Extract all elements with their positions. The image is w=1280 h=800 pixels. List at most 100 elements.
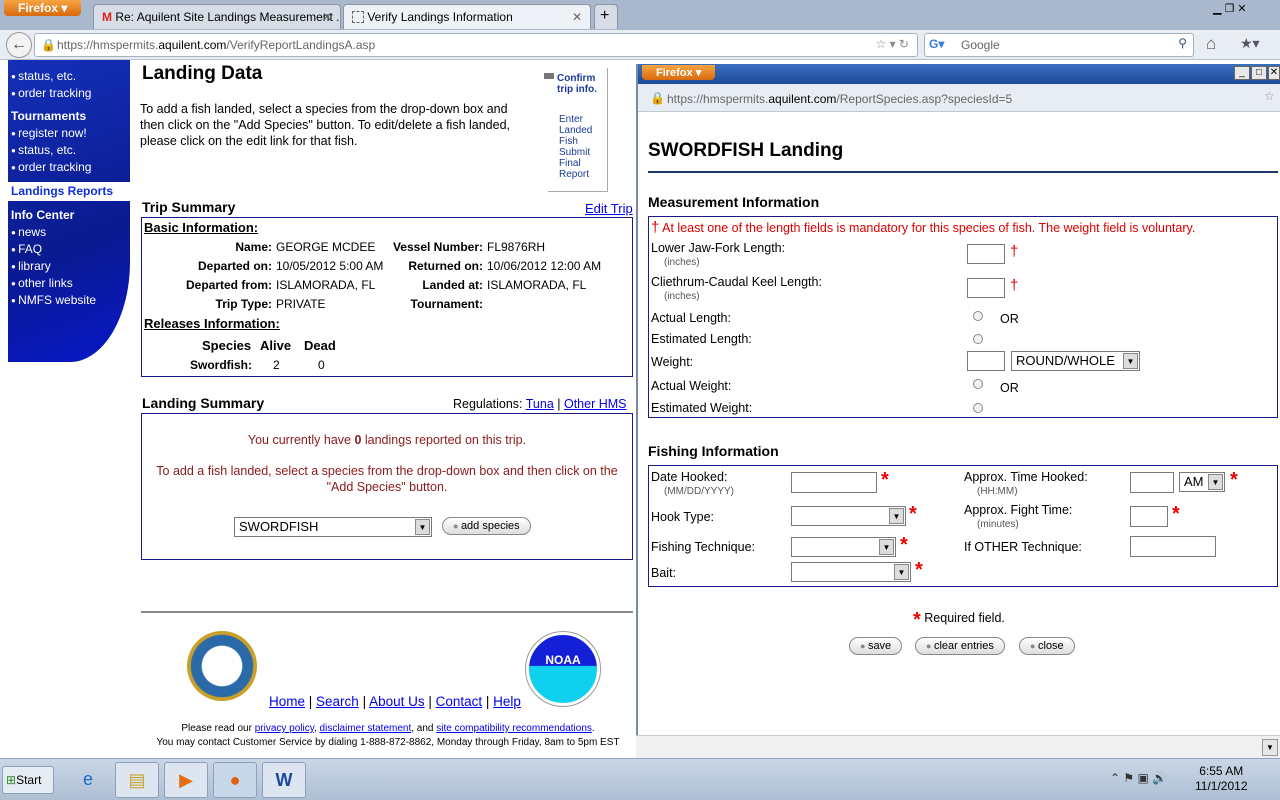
label-estimated-weight: Estimated Weight: — [651, 401, 753, 415]
intro-text: To add a fish landed, select a species f… — [140, 102, 511, 148]
trip-summary-heading: Trip Summary — [142, 199, 236, 215]
footer-help-link[interactable]: Help — [493, 694, 521, 709]
actual-weight-radio[interactable] — [973, 379, 983, 389]
sidebar-item-register[interactable]: register now! — [8, 125, 130, 142]
divider — [141, 611, 633, 613]
sidebar-item-status[interactable]: status, etc. — [8, 68, 130, 85]
new-tab-button[interactable]: + — [594, 4, 618, 29]
sidebar-item-tournament-order-tracking[interactable]: order tracking — [8, 159, 130, 176]
tab-verify-landings[interactable]: Verify Landings Information ✕ — [343, 4, 591, 29]
count-post: landings reported on this trip. — [361, 433, 527, 447]
value-name: GEORGE MCDEE — [276, 240, 376, 254]
compatibility-link[interactable]: site compatibility recommendations — [436, 723, 592, 734]
popup-url-bar[interactable]: 🔒 https://hmspermits.aquilent.com/Report… — [638, 84, 1280, 112]
chevron-down-icon: ▼ — [1123, 353, 1138, 369]
other-technique-input[interactable] — [1130, 536, 1216, 557]
cleithrum-input[interactable] — [967, 278, 1005, 298]
actual-length-radio[interactable] — [973, 311, 983, 321]
weight-input[interactable] — [967, 351, 1005, 371]
sidebar-item-landings-reports[interactable]: Landings Reports — [8, 182, 130, 201]
popup-url-path: /ReportSpecies.asp?speciesId=5 — [836, 92, 1013, 106]
sidebar-item-other-links[interactable]: other links — [8, 275, 130, 292]
am-pm-select[interactable]: AM ▼ — [1179, 472, 1225, 492]
step-submit-final-report[interactable]: Submit Final Report — [559, 147, 607, 180]
noaa-logo: NOAA — [525, 631, 601, 707]
minimize-icon[interactable]: _ — [1234, 66, 1250, 80]
bookmark-star-icon[interactable]: ☆ — [1264, 89, 1275, 103]
other-hms-link[interactable]: Other HMS — [564, 397, 627, 411]
label-actual-weight: Actual Weight: — [651, 379, 732, 393]
internet-explorer-icon[interactable]: e — [66, 762, 110, 798]
close-tab-icon[interactable]: ✕ — [322, 10, 332, 24]
lock-icon: 🔒 — [650, 91, 665, 105]
weight-type-select[interactable]: ROUND/WHOLE ▼ — [1011, 351, 1140, 371]
search-icon[interactable]: ⚲ — [1178, 36, 1187, 50]
sidebar-item-nmfs-website[interactable]: NMFS website — [8, 292, 130, 309]
date-hooked-input[interactable] — [791, 472, 877, 493]
firefox-menu-button[interactable]: Firefox ▾ — [4, 0, 82, 16]
dagger-icon: † — [651, 219, 660, 236]
hook-type-select[interactable]: ▼ — [791, 506, 906, 526]
home-icon[interactable]: ⌂ — [1206, 34, 1216, 54]
required-asterisk-icon: * — [1230, 469, 1238, 491]
time-hooked-input[interactable] — [1130, 472, 1174, 493]
firefox-taskbar-icon[interactable]: ● — [213, 762, 257, 798]
basic-info-heading: Basic Information: — [144, 220, 259, 235]
footer-search-link[interactable]: Search — [316, 694, 359, 709]
maximize-icon[interactable]: □ — [1251, 66, 1267, 80]
species-select[interactable]: SWORDFISH ▼ — [234, 517, 432, 537]
value-vessel-number: FL9876RH — [487, 240, 546, 254]
sidebar-item-library[interactable]: library — [8, 258, 130, 275]
release-dead: 0 — [318, 358, 325, 372]
save-button[interactable]: save — [849, 637, 903, 655]
popup-firefox-menu[interactable]: Firefox ▾ — [642, 65, 716, 80]
main-content: Landing Data To add a fish landed, selec… — [140, 60, 634, 758]
url-bar[interactable]: 🔒 https://hmspermits.aquilent.com/Verify… — [34, 33, 918, 57]
sidebar-item-news[interactable]: news — [8, 224, 130, 241]
footer-contact-link[interactable]: Contact — [436, 694, 483, 709]
estimated-length-radio[interactable] — [973, 334, 983, 344]
tray-icons[interactable]: ⌃ ⚑ ▣ 🔊 — [1110, 771, 1167, 785]
search-input[interactable]: G▾ Google ⚲ — [924, 33, 1194, 57]
sidebar-item-faq[interactable]: FAQ — [8, 241, 130, 258]
window-controls[interactable]: ▁ ❐ ✕ — [1213, 2, 1247, 15]
start-button[interactable]: ⊞Start — [2, 766, 54, 794]
release-alive: 2 — [273, 358, 280, 372]
footer-about-link[interactable]: About Us — [369, 694, 425, 709]
clear-entries-button[interactable]: clear entries — [915, 637, 1005, 655]
bait-select[interactable]: ▼ — [791, 562, 911, 582]
close-window-icon[interactable]: ✕ — [1268, 66, 1280, 80]
sidebar-item-tournament-status[interactable]: status, etc. — [8, 142, 130, 159]
bookmark-star-icon[interactable]: ☆ ▾ ↻ — [875, 37, 909, 51]
lower-jaw-input[interactable] — [967, 244, 1005, 264]
label-bait: Bait: — [651, 566, 677, 580]
close-tab-icon[interactable]: ✕ — [572, 10, 582, 24]
word-icon[interactable]: W — [262, 762, 306, 798]
clock-time: 6:55 AM — [1199, 764, 1244, 778]
estimated-weight-radio[interactable] — [973, 403, 983, 413]
add-species-button[interactable]: add species — [442, 517, 531, 535]
url-prefix: https://hmspermits. — [57, 38, 159, 52]
tuna-link[interactable]: Tuna — [526, 397, 554, 411]
popup-url-domain: aquilent.com — [768, 92, 837, 106]
scroll-down-icon[interactable]: ▼ — [1262, 739, 1278, 756]
sidebar-item-order-tracking[interactable]: order tracking — [8, 85, 130, 102]
fight-time-input[interactable] — [1130, 506, 1168, 527]
or-text: OR — [1000, 381, 1019, 395]
am-pm-value: AM — [1184, 474, 1204, 489]
required-asterisk-icon: * — [909, 503, 917, 525]
label-departed-from: Departed from: — [185, 278, 272, 292]
tab-gmail[interactable]: M Re: Aquilent Site Landings Measurement… — [93, 4, 341, 29]
disclaimer-link[interactable]: disclaimer statement — [320, 723, 412, 734]
bookmarks-icon[interactable]: ★▾ — [1240, 35, 1260, 52]
clock[interactable]: 6:55 AM 11/1/2012 — [1195, 764, 1248, 794]
edit-trip-link[interactable]: Edit Trip — [585, 201, 633, 216]
privacy-policy-link[interactable]: privacy policy — [255, 723, 314, 734]
close-button[interactable]: close — [1019, 637, 1075, 655]
step-enter-landed-fish[interactable]: Enter Landed Fish — [559, 114, 607, 147]
footer-home-link[interactable]: Home — [269, 694, 305, 709]
fishing-technique-select[interactable]: ▼ — [791, 537, 896, 557]
file-explorer-icon[interactable]: ▤ — [115, 762, 159, 798]
back-button-icon[interactable]: ← — [6, 32, 32, 58]
media-player-icon[interactable]: ▶ — [164, 762, 208, 798]
